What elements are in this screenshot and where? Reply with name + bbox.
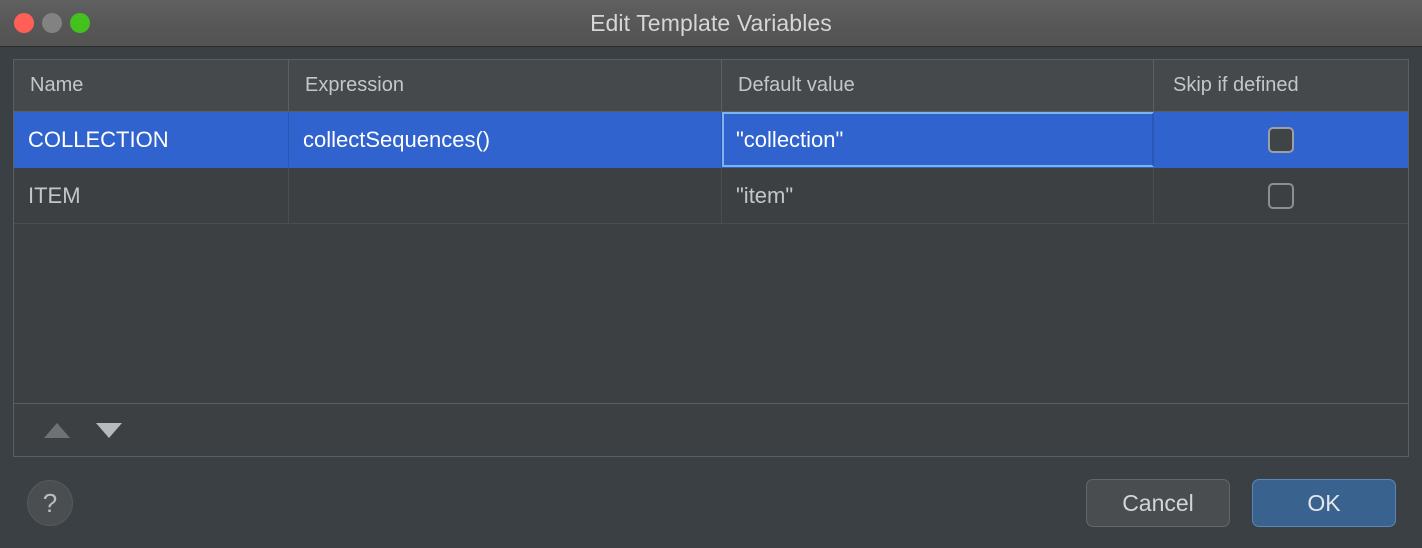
help-button[interactable]: ? [27,480,73,526]
column-header-default-value[interactable]: Default value [722,60,1154,111]
edit-template-variables-dialog: Edit Template Variables Name Expression … [0,0,1422,548]
cell-default-value[interactable]: "collection" [722,112,1154,167]
cell-expression[interactable] [289,168,722,223]
column-header-expression[interactable]: Expression [289,60,722,111]
column-header-skip-if-defined[interactable]: Skip if defined [1154,60,1408,111]
table-toolbar [13,403,1409,457]
table-header-row: Name Expression Default value Skip if de… [14,60,1408,112]
cell-name[interactable]: COLLECTION [14,112,289,167]
triangle-up-icon[interactable] [44,422,70,438]
cell-skip-if-defined[interactable] [1154,168,1408,223]
window-controls [14,0,90,46]
close-window-button[interactable] [14,13,34,33]
window-title: Edit Template Variables [590,9,832,36]
triangle-down-icon[interactable] [96,422,122,438]
variables-table: Name Expression Default value Skip if de… [13,59,1409,403]
cell-expression[interactable]: collectSequences() [289,112,722,167]
cell-name[interactable]: ITEM [14,168,289,223]
cell-default-value[interactable]: "item" [722,168,1154,223]
cell-skip-if-defined[interactable] [1154,112,1408,167]
dialog-content: Name Expression Default value Skip if de… [0,47,1422,458]
column-header-name[interactable]: Name [14,60,289,111]
table-row[interactable]: COLLECTION collectSequences() "collectio… [14,112,1408,168]
ok-button[interactable]: OK [1252,479,1396,527]
table-body: COLLECTION collectSequences() "collectio… [14,112,1408,403]
title-bar: Edit Template Variables [0,0,1422,47]
skip-if-defined-checkbox[interactable] [1268,182,1294,209]
dialog-footer: ? Cancel OK [0,458,1422,548]
table-row[interactable]: ITEM "item" [14,168,1408,224]
minimize-window-button[interactable] [42,13,62,33]
cancel-button[interactable]: Cancel [1086,479,1230,527]
maximize-window-button[interactable] [70,13,90,33]
skip-if-defined-checkbox[interactable] [1268,126,1294,153]
